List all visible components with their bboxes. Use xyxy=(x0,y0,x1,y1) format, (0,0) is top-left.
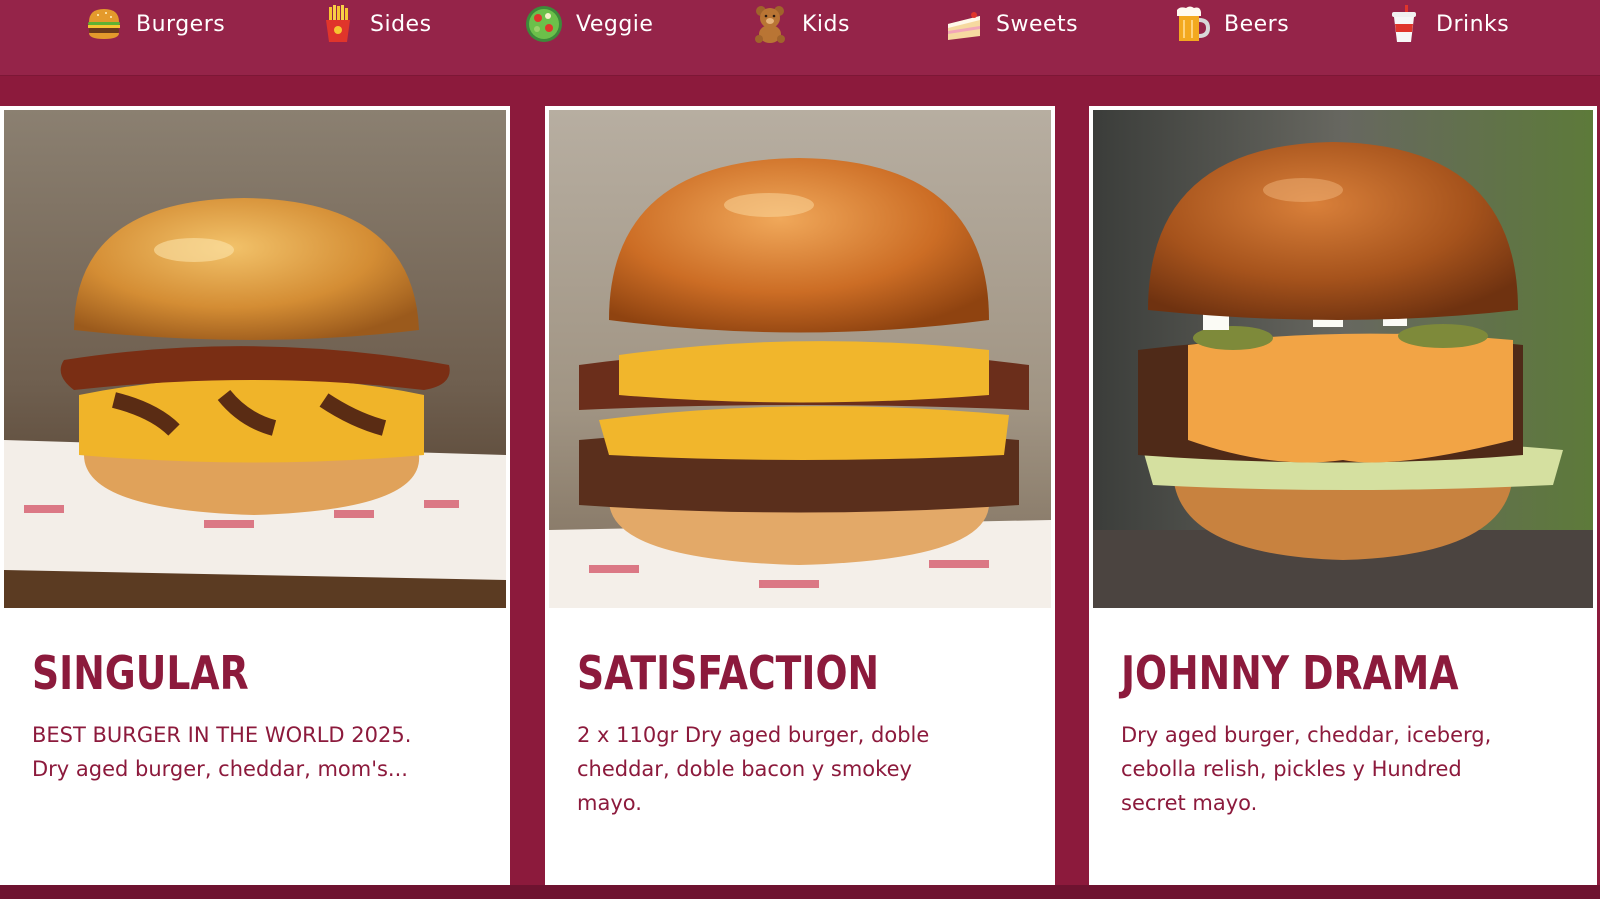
salad-icon xyxy=(524,4,564,44)
nav-item-beers[interactable]: Beers xyxy=(1172,2,1289,46)
burger-photo[interactable] xyxy=(4,110,506,608)
category-nav: Burgers Sides Veggie Kids Sweets Beers D… xyxy=(0,0,1600,76)
product-description: 2 x 110gr Dry aged burger, doble cheddar… xyxy=(577,723,930,815)
nav-item-sides[interactable]: Sides xyxy=(318,2,432,46)
nav-item-label: Drinks xyxy=(1436,11,1510,37)
product-title: SATISFACTION xyxy=(577,646,880,700)
nav-item-veggie[interactable]: Veggie xyxy=(524,2,653,46)
product-description: BEST BURGER IN THE WORLD 2025. Dry aged … xyxy=(32,723,412,781)
product-card-satisfaction[interactable]: SATISFACTION 2 x 110gr Dry aged burger, … xyxy=(545,106,1055,885)
nav-item-burgers[interactable]: Burgers xyxy=(84,2,225,46)
product-description: Dry aged burger, cheddar, iceberg, cebol… xyxy=(1121,723,1492,815)
nav-item-drinks[interactable]: Drinks xyxy=(1384,2,1509,46)
product-title: SINGULAR xyxy=(32,646,249,700)
beer-mug-icon xyxy=(1172,4,1212,44)
bottom-edge xyxy=(0,885,1600,899)
product-title: JOHNNY DRAMA xyxy=(1121,646,1459,700)
burger-photo[interactable] xyxy=(549,110,1051,608)
fries-icon xyxy=(318,4,358,44)
burger-photo[interactable] xyxy=(1093,110,1593,608)
nav-item-label: Sides xyxy=(370,11,432,37)
product-card-johnny-drama[interactable]: JOHNNY DRAMA Dry aged burger, cheddar, i… xyxy=(1089,106,1597,885)
nav-item-sweets[interactable]: Sweets xyxy=(944,2,1078,46)
nav-item-kids[interactable]: Kids xyxy=(750,2,850,46)
nav-item-label: Sweets xyxy=(996,11,1079,37)
nav-item-label: Veggie xyxy=(576,11,654,37)
nav-item-label: Burgers xyxy=(136,11,226,37)
product-card-singular[interactable]: SINGULAR BEST BURGER IN THE WORLD 2025. … xyxy=(0,106,510,885)
teddy-bear-icon xyxy=(750,4,790,44)
soda-cup-icon xyxy=(1384,4,1424,44)
nav-item-label: Beers xyxy=(1224,11,1290,37)
burger-icon xyxy=(84,4,124,44)
cake-icon xyxy=(944,4,984,44)
nav-item-label: Kids xyxy=(802,11,850,37)
